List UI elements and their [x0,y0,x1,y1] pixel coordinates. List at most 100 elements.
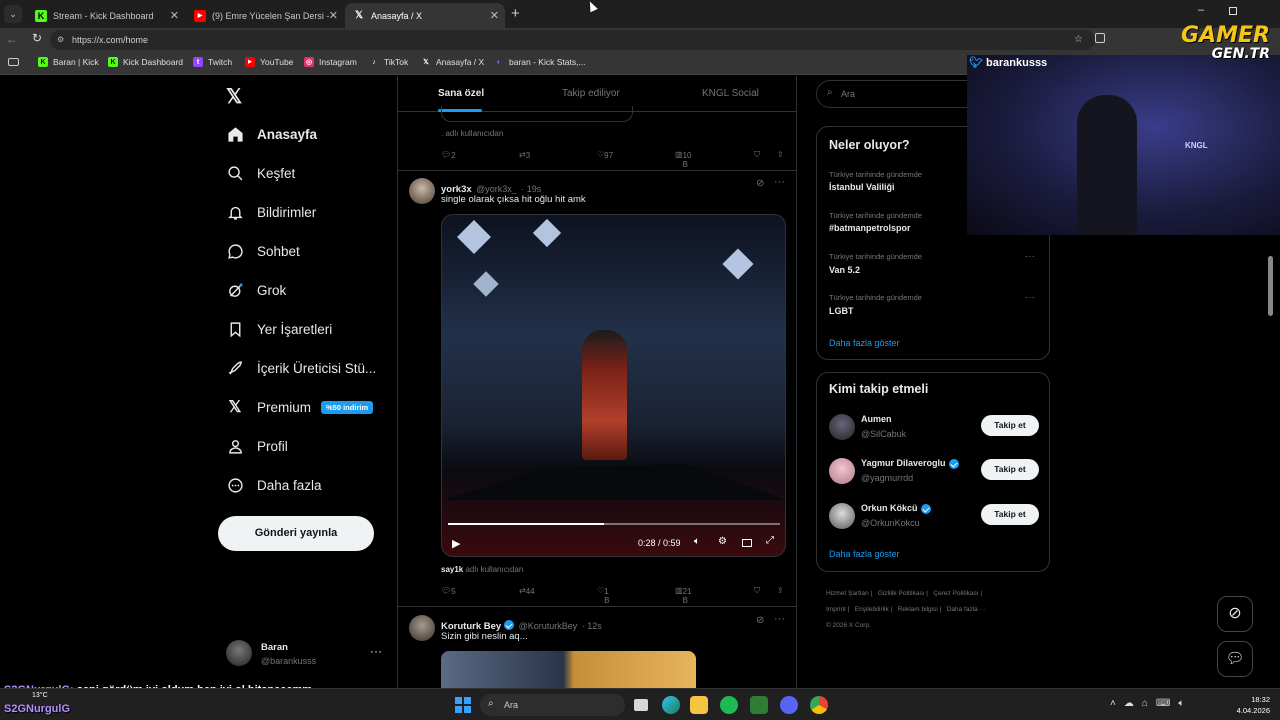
system-tray[interactable]: ˄☁⌂⌨🔈︎ [1110,698,1192,709]
grok-icon[interactable]: ⊘ [756,178,764,189]
bookmark-item[interactable]: 𝕏 Anasayfa / X [421,57,484,67]
back-icon[interactable]: ← [6,32,18,46]
footer-link[interactable]: Hizmet Şartları [826,590,869,597]
spotify-icon[interactable] [720,696,738,714]
app-icon[interactable] [750,696,768,714]
nav-creator-studio[interactable]: İçerik Üreticisi Stü... [226,359,376,377]
like-button[interactable]: ♡ 97 [597,150,613,160]
file-explorer-icon[interactable] [690,696,708,714]
bookmark-item[interactable]: K Baran | Kick [38,57,99,67]
chrome-icon[interactable] [810,696,828,714]
taskbar-search[interactable]: ⌕ Ara [480,694,625,716]
reload-icon[interactable]: ↻ [32,31,42,45]
show-more-follow-link[interactable]: Daha fazla göster [829,549,900,559]
minimize-window-button[interactable]: – [1198,4,1204,16]
task-view-icon[interactable] [634,699,648,711]
tab-for-you[interactable]: Sana özel [438,88,484,99]
nav-explore[interactable]: Keşfet [226,164,295,182]
tab-x-home[interactable]: 𝕏 Anasayfa / X ✕ [345,3,505,28]
weather-widget[interactable]: 13°C [32,692,48,699]
post-button[interactable]: Gönderi yayınla [218,516,374,551]
nav-more[interactable]: Daha fazla [226,476,322,494]
nav-premium[interactable]: 𝕏 Premium %50 indirim [226,398,374,416]
clock[interactable]: 18:32 4.04.2026 [1232,694,1270,716]
more-icon[interactable]: ··· [370,644,382,658]
retweet-button[interactable]: ⇄ 44 [519,586,535,596]
reading-list-icon[interactable] [8,58,19,66]
bookmark-item[interactable]: ◎ Instagram [304,57,357,67]
follow-button[interactable]: Takip et [981,459,1039,480]
nav-chat[interactable]: Sohbet [226,242,300,260]
grok-floating-button[interactable]: ⊘ [1217,596,1253,632]
bookmark-star-icon[interactable]: ☆ [1074,30,1083,50]
tweet-image[interactable] [441,651,696,688]
settings-icon[interactable]: ⚙ [718,536,727,547]
bookmark-item[interactable]: ♪ TikTok [369,57,408,67]
windows-start-icon[interactable] [455,697,471,713]
picture-in-picture-icon[interactable] [742,539,752,547]
nav-profile[interactable]: Profil [226,437,288,455]
tab-youtube[interactable]: ▶ (9) Emre Yücelen Şan Dersi - YouTu ✕ [186,3,344,28]
new-tab-button[interactable]: + [511,5,520,22]
follow-button[interactable]: Takip et [981,415,1039,436]
tweet-author-handle[interactable]: @york3x_ [476,184,517,194]
page-scrollbar[interactable] [1268,256,1273,316]
footer-link[interactable]: Imprint [826,606,846,613]
account-switcher[interactable]: Baran @barankusss ··· [226,638,386,668]
bookmark-item[interactable]: ▶ YouTube [245,57,293,67]
volume-icon[interactable]: 🔈︎ [694,536,700,547]
discord-icon[interactable] [780,696,798,714]
follow-button[interactable]: Takip et [981,504,1039,525]
tab-following[interactable]: Takip ediliyor [562,88,620,99]
footer-link[interactable]: Çerez Politikası [933,590,978,597]
footer-link[interactable]: Gizlilik Politikası [878,590,925,597]
tweet-time[interactable]: · 19s [521,184,541,194]
tweet-time[interactable]: · 12s [582,621,602,631]
more-icon[interactable]: ··· [774,613,785,625]
bookmark-item[interactable]: ◐ baran - Kick Stats,... [494,57,586,67]
share-icon[interactable]: ⇪ [777,586,784,595]
tweet-author-handle[interactable]: @KoruturkBey [519,621,578,631]
tab-kngl-social[interactable]: KNGL Social [702,88,759,99]
video-player[interactable]: ▶ 0:28 / 0:59 🔈︎ ⚙ ⤢ [441,214,786,557]
footer-link[interactable]: Reklam bilgisi [898,606,938,613]
nav-bookmarks[interactable]: Yer İşaretleri [226,320,332,338]
restore-window-button[interactable] [1229,7,1237,15]
nav-grok[interactable]: Grok [226,281,286,299]
avatar[interactable] [409,615,435,641]
reply-button[interactable]: 💬︎ 5 [441,586,456,596]
more-icon[interactable]: ··· [774,176,785,188]
fullscreen-icon[interactable]: ⤢ [766,535,774,546]
site-info-icon[interactable]: ⚙ [57,30,64,50]
bookmark-icon[interactable]: ⛉ [754,586,760,596]
like-button[interactable]: ♡ 1 B [597,586,610,605]
grok-icon[interactable]: ⊘ [756,615,764,626]
edge-icon[interactable] [662,696,680,714]
views-button[interactable]: ▥ 21 B [675,586,691,605]
nav-home[interactable]: Anasayfa [226,125,317,143]
x-logo-icon[interactable]: 𝕏 [226,84,242,109]
show-more-trends-link[interactable]: Daha fazla göster [829,338,900,348]
more-icon[interactable]: ··· [1025,251,1035,262]
share-icon[interactable]: ⇪ [777,150,784,159]
tab-kick-dashboard[interactable]: K Stream - Kick Dashboard ✕ [27,3,185,28]
messages-floating-button[interactable]: 💬︎ [1217,641,1253,677]
footer-link[interactable]: Daha fazla ··· [947,606,986,613]
avatar[interactable] [409,178,435,204]
close-tab-icon[interactable]: ✕ [329,9,338,22]
more-icon[interactable]: ··· [1025,292,1035,303]
views-button[interactable]: ▥ 10 B [675,150,691,169]
play-icon[interactable]: ▶ [452,537,460,550]
retweet-button[interactable]: ⇄ 3 [519,150,530,160]
close-tab-icon[interactable]: ✕ [490,9,499,22]
url-field[interactable]: ⚙ https://x.com/home ☆ [50,30,1095,50]
bookmark-item[interactable]: K Kick Dashboard [108,57,183,67]
footer-link[interactable]: Erişilebilirlik [855,606,889,613]
close-tab-icon[interactable]: ✕ [170,9,179,22]
nav-notifications[interactable]: Bildirimler [226,203,316,221]
extensions-icon[interactable] [1095,33,1105,43]
bookmark-icon[interactable]: ⛉ [754,150,760,160]
bookmark-item[interactable]: t Twitch [193,57,232,67]
video-progress-track[interactable] [448,523,780,525]
tab-list-button[interactable]: ⌄ [4,5,22,23]
